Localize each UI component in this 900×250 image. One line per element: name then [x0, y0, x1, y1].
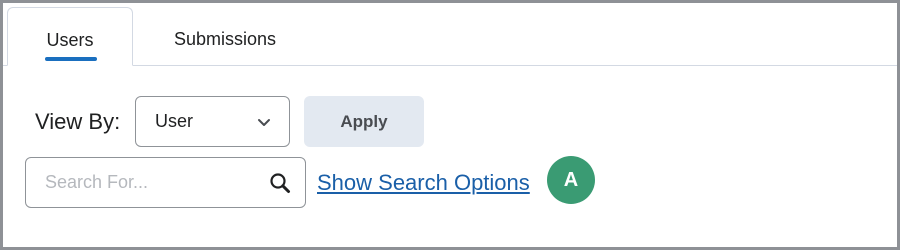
active-tab-indicator	[45, 57, 97, 61]
view-by-selected-value: User	[155, 111, 194, 131]
search-input[interactable]	[27, 159, 257, 206]
view-by-select[interactable]: User	[135, 96, 290, 147]
tabs-divider	[3, 65, 897, 66]
chevron-down-icon	[258, 119, 270, 126]
tab-submissions-label: Submissions	[173, 29, 277, 49]
callout-badge: A	[547, 156, 595, 204]
tab-submissions[interactable]: Submissions	[163, 7, 287, 66]
show-search-options-link[interactable]: Show Search Options	[317, 170, 530, 196]
page-frame: Users Submissions View By: User Apply Sh…	[0, 0, 900, 250]
search-icon[interactable]	[269, 172, 291, 194]
callout-badge-letter: A	[563, 168, 579, 191]
tab-users[interactable]: Users	[7, 7, 133, 66]
apply-button[interactable]: Apply	[304, 96, 424, 147]
tab-users-label: Users	[46, 30, 94, 50]
search-field	[25, 157, 306, 208]
view-by-label: View By:	[35, 109, 121, 134]
